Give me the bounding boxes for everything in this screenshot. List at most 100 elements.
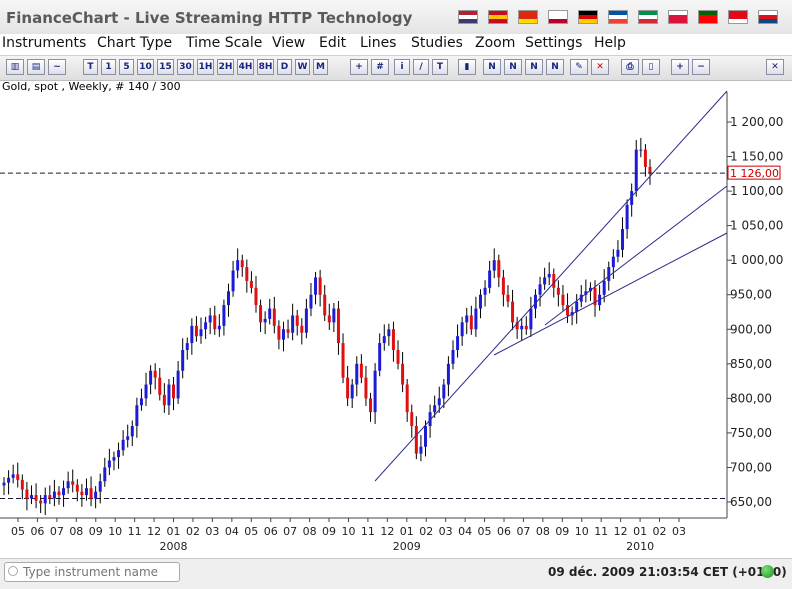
candle-body — [144, 384, 148, 399]
candle-body — [199, 329, 203, 337]
candle-body — [71, 481, 75, 485]
x-tick-label: 10 — [108, 525, 122, 538]
candle-body — [405, 384, 409, 413]
y-tick-label: 1 150,00 — [730, 150, 783, 164]
candle-body — [25, 489, 29, 499]
candle-body — [117, 450, 121, 458]
x-tick-label: 03 — [439, 525, 453, 538]
candle-body — [401, 363, 405, 385]
y-tick-label: 1 050,00 — [730, 219, 783, 233]
last-price-label: 1 126,00 — [730, 167, 779, 180]
candle-body — [43, 495, 47, 504]
candle-body — [181, 350, 185, 371]
candle-body — [424, 426, 428, 447]
candle-body — [460, 322, 464, 337]
candle-body — [295, 315, 299, 326]
x-tick-label: 06 — [264, 525, 278, 538]
candle-body — [300, 325, 304, 333]
candle-body — [511, 301, 515, 323]
candle-body — [309, 294, 313, 309]
candle-body — [162, 394, 166, 406]
candle-body — [520, 325, 524, 330]
trend-line — [493, 232, 728, 356]
candle-body — [80, 491, 84, 496]
candle-body — [483, 287, 487, 295]
candle-body — [249, 280, 253, 288]
x-tick-label: 12 — [147, 525, 161, 538]
candle-body — [149, 370, 153, 385]
x-tick-label: 12 — [614, 525, 628, 538]
candle-body — [89, 488, 93, 499]
x-tick-label: 11 — [128, 525, 142, 538]
candle-body — [236, 260, 240, 271]
candle-body — [226, 291, 230, 306]
candle-body — [547, 274, 551, 278]
candle-body — [194, 325, 198, 337]
candle-body — [277, 325, 281, 340]
candle-body — [135, 405, 139, 426]
price-chart[interactable]: 650,00 700,00 750,00 800,00 850,00 900,00 950,… — [0, 0, 792, 558]
candle-body — [130, 426, 134, 437]
candle-body — [501, 277, 505, 295]
instrument-search-input[interactable] — [4, 562, 180, 582]
candle-body — [561, 294, 565, 306]
candle-body — [39, 500, 43, 504]
candle-body — [7, 477, 11, 483]
candle-body — [529, 308, 533, 330]
y-tick-label: 1 100,00 — [730, 184, 783, 198]
candle-body — [625, 204, 629, 230]
candle-body — [616, 249, 620, 257]
candle-body — [29, 495, 33, 499]
candle-body — [121, 439, 125, 451]
y-tick-label: 650,00 — [730, 495, 772, 509]
year-label: 2009 — [393, 540, 421, 553]
x-tick-label: 04 — [458, 525, 472, 538]
candle-body — [94, 491, 98, 499]
search-icon — [8, 566, 18, 576]
x-tick-label: 11 — [594, 525, 608, 538]
x-tick-label: 06 — [497, 525, 511, 538]
x-tick-label: 01 — [167, 525, 181, 538]
candle-body — [75, 484, 79, 492]
candle-body — [84, 488, 88, 496]
candle-body — [107, 460, 111, 468]
candle-body — [602, 280, 606, 295]
candle-body — [391, 329, 395, 350]
candle-body — [474, 308, 478, 330]
candle-body — [355, 363, 359, 385]
candle-body — [291, 315, 295, 333]
candle-body — [231, 270, 235, 292]
candle-body — [387, 329, 391, 337]
candle-body — [98, 481, 102, 492]
candle-body — [437, 398, 441, 406]
y-tick-label: 750,00 — [730, 426, 772, 440]
x-tick-label: 02 — [653, 525, 667, 538]
candle-body — [158, 377, 162, 395]
candle-body — [621, 229, 625, 250]
candle-body — [359, 363, 363, 378]
x-tick-label: 05 — [244, 525, 258, 538]
candle-body — [2, 482, 6, 486]
candle-body — [332, 308, 336, 323]
candle-body — [176, 370, 180, 399]
x-tick-label: 05 — [11, 525, 25, 538]
candle-body — [446, 363, 450, 385]
candle-body — [492, 260, 496, 271]
candle-body — [263, 318, 267, 323]
candle-body — [281, 329, 285, 340]
candle-body — [240, 260, 244, 268]
x-tick-label: 08 — [69, 525, 83, 538]
x-tick-label: 04 — [225, 525, 239, 538]
candle-body — [382, 336, 386, 344]
candle-body — [350, 384, 354, 399]
candle-body — [318, 277, 322, 295]
y-tick-label: 700,00 — [730, 460, 772, 474]
candle-body — [442, 384, 446, 399]
y-tick-label: 1 200,00 — [730, 115, 783, 129]
candle-body — [208, 315, 212, 323]
x-tick-label: 09 — [89, 525, 103, 538]
candle-body — [378, 343, 382, 371]
x-tick-label: 03 — [672, 525, 686, 538]
candle-body — [167, 384, 171, 406]
candle-body — [62, 488, 66, 496]
